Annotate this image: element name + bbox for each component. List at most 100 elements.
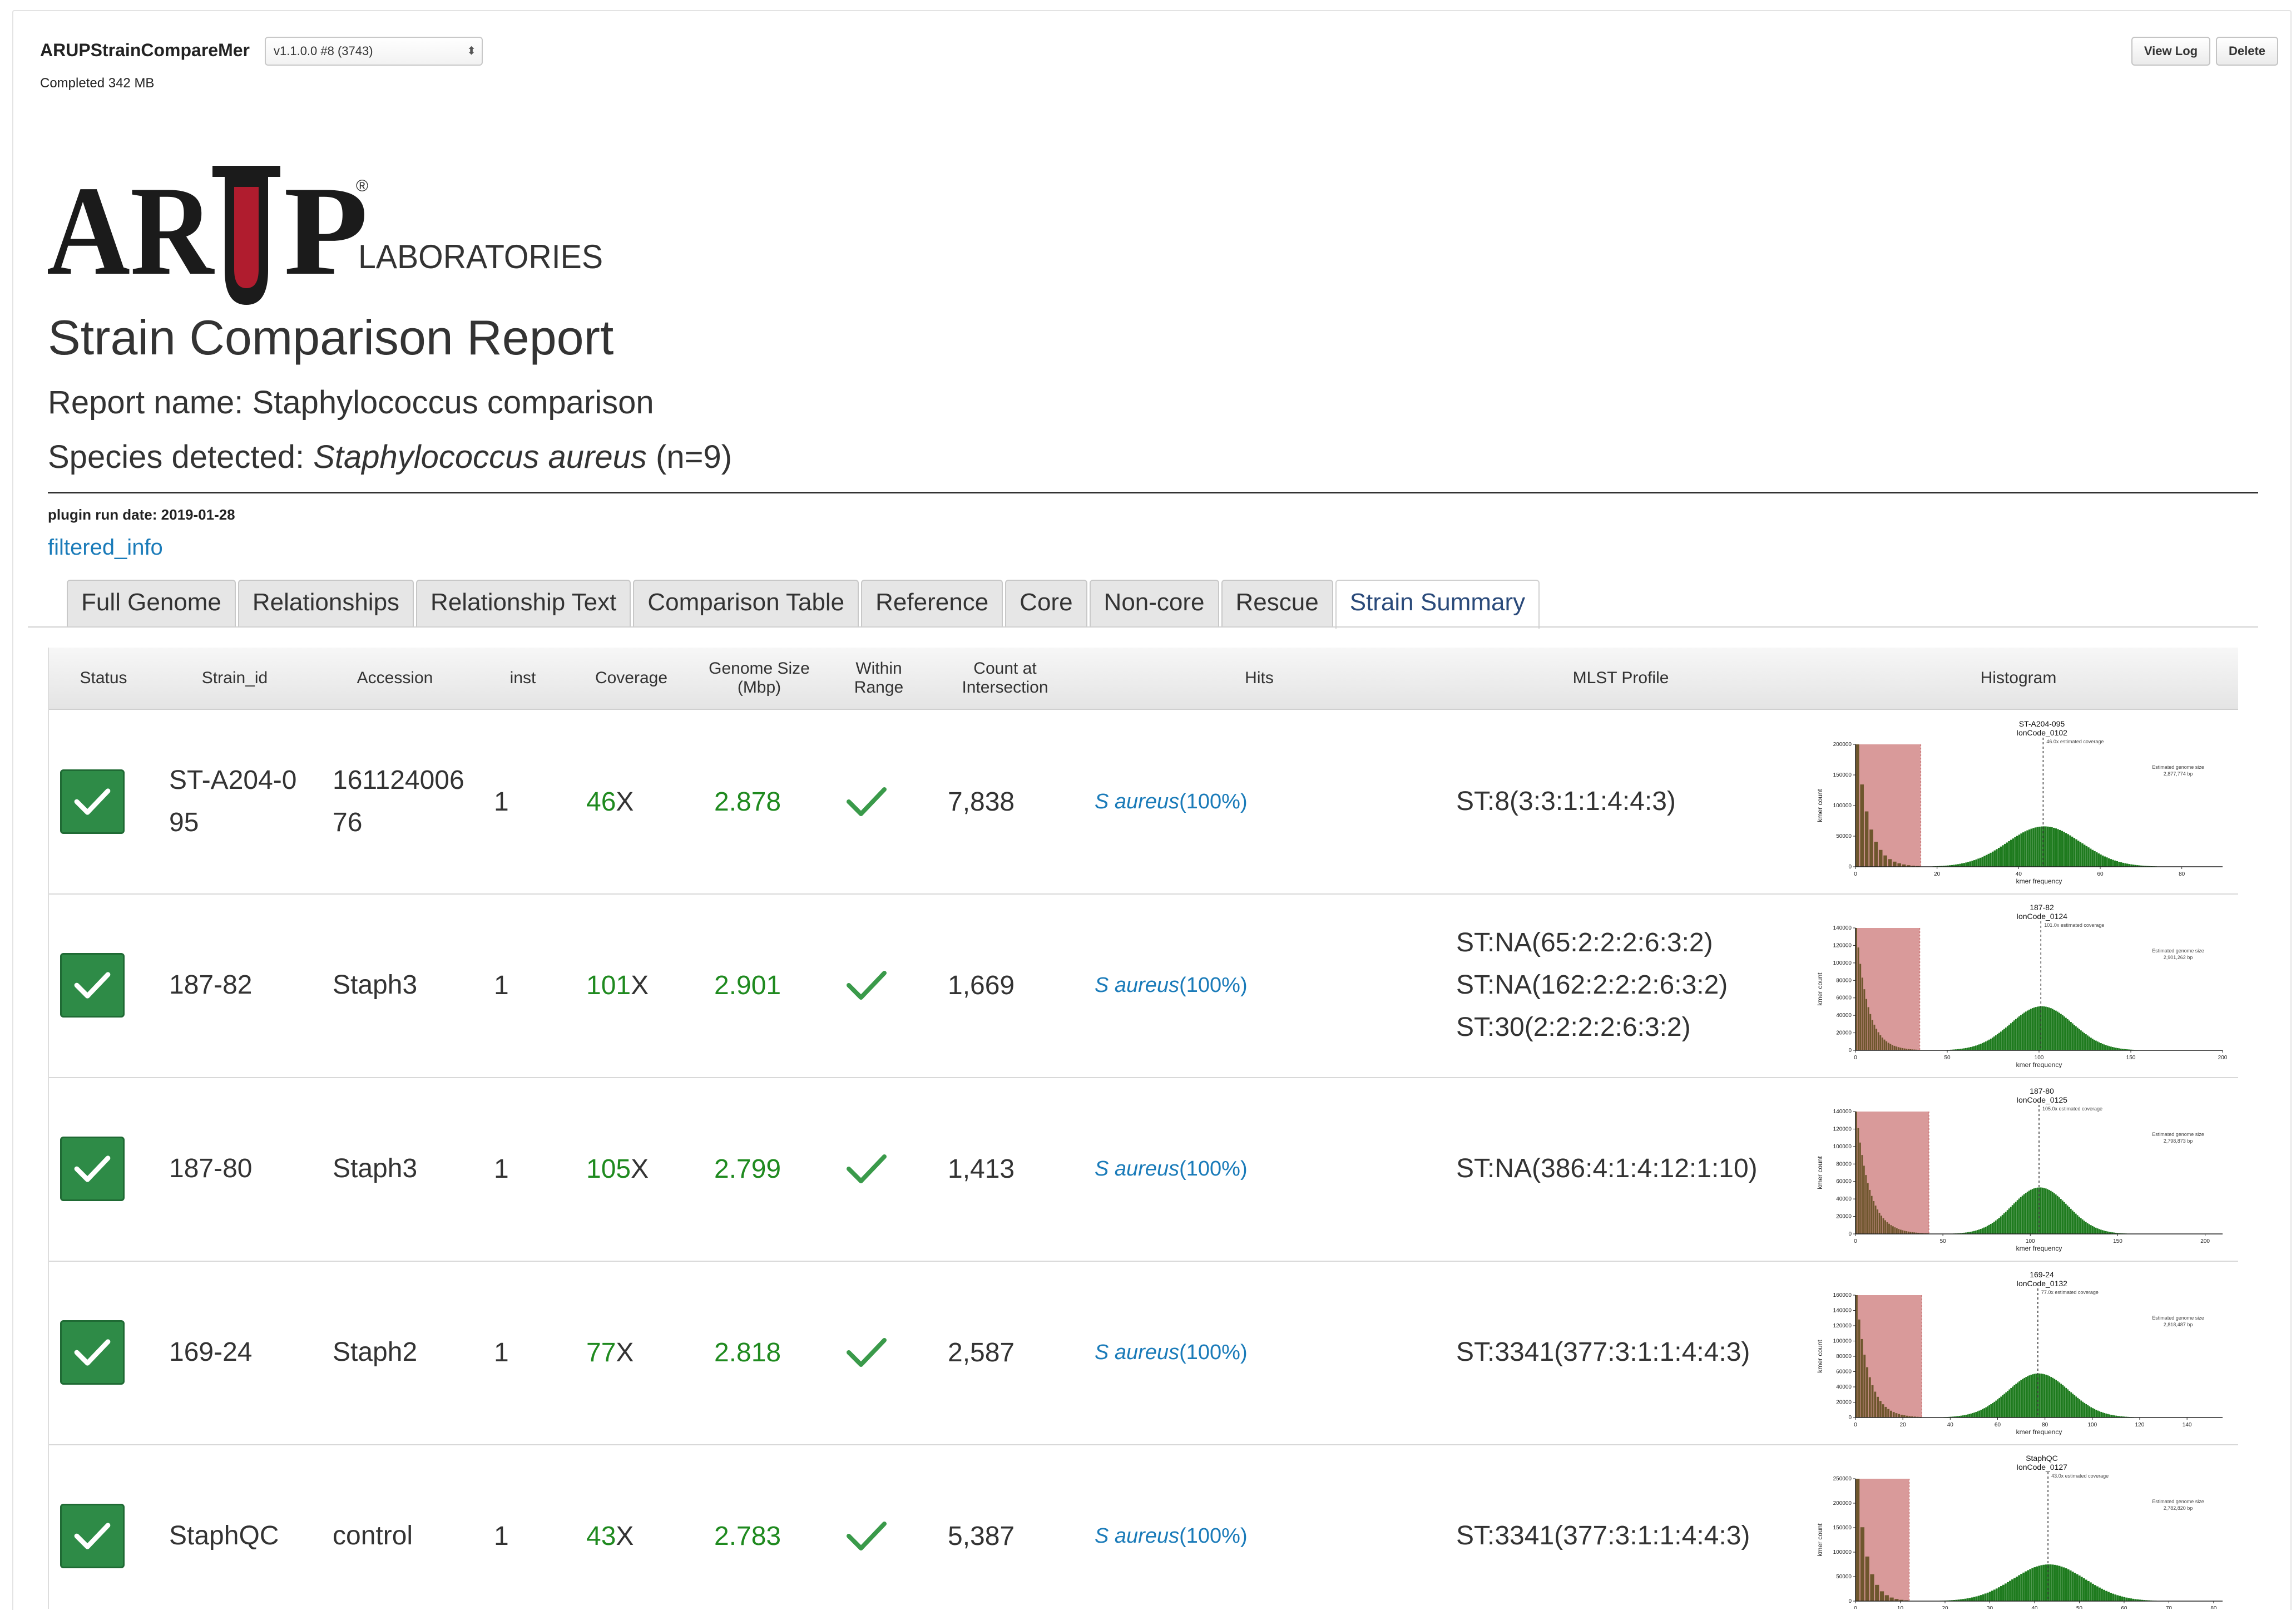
header-accession[interactable]: Accession (311, 648, 478, 709)
histogram-bar (2016, 1576, 2018, 1601)
histogram-bar (2100, 1411, 2102, 1418)
histogram-bar (1860, 784, 1864, 867)
histogram-bar (2055, 1380, 2057, 1418)
histogram-bar (2033, 1188, 2035, 1234)
tab-reference[interactable]: Reference (861, 580, 1003, 626)
accession: Staph3 (333, 970, 418, 1000)
tab-relationship-text[interactable]: Relationship Text (416, 580, 631, 626)
tab-non-core[interactable]: Non-core (1089, 580, 1219, 626)
header-mlst[interactable]: MLST Profile (1443, 648, 1799, 709)
kmer-histogram[interactable]: StaphQCIonCode_0127 43.0x estimated cover… (1811, 1452, 2234, 1609)
kmer-histogram[interactable]: ST-A204-095IonCode_0102 46.0x estimated c… (1811, 718, 2234, 885)
histogram-bar (2036, 1006, 2038, 1050)
view-log-button[interactable]: View Log (2131, 37, 2210, 66)
header-within-range[interactable]: Within Range (823, 648, 934, 709)
histogram-bar (1889, 1597, 1894, 1601)
histogram-bar (1898, 1414, 1901, 1418)
histogram-bar (2020, 1574, 2023, 1601)
histogram-bar (2058, 1197, 2060, 1234)
histogram-bar (2002, 845, 2004, 867)
histogram-bar (2055, 828, 2057, 867)
x-tick-label: 60 (1995, 1422, 2001, 1428)
tab-rescue[interactable]: Rescue (1221, 580, 1333, 626)
within-range-check-icon (844, 1077, 922, 1261)
y-tick-label: 120000 (1833, 942, 1852, 949)
header-inst[interactable]: inst (478, 648, 567, 709)
hits-link[interactable]: S aureus (100%) (1095, 1261, 1428, 1444)
delete-button[interactable]: Delete (2216, 37, 2278, 66)
header-coverage[interactable]: Coverage (567, 648, 695, 709)
histogram-bar (2030, 1189, 2032, 1234)
tab-core[interactable]: Core (1005, 580, 1087, 626)
kmer-histogram[interactable]: 187-80IonCode_0125 105.0x estimated cover… (1811, 1085, 2234, 1252)
mlst-cell: ST:3341(377:3:1:1:4:4:3) (1456, 1444, 1801, 1609)
x-tick-label: 200 (2200, 1238, 2210, 1244)
histogram-bar (2033, 1008, 2035, 1050)
hits-link[interactable]: S aureus (100%) (1095, 1077, 1428, 1261)
histogram-bar (1863, 1165, 1865, 1234)
count-cell: 1,669 (948, 970, 1015, 1000)
header-count[interactable]: Count at Intersection (934, 648, 1076, 709)
header-genome-size[interactable]: Genome Size (Mbp) (695, 648, 823, 709)
header-hits[interactable]: Hits (1076, 648, 1443, 709)
header-histogram[interactable]: Histogram (1799, 648, 2238, 709)
histogram-bar (2007, 1391, 2009, 1418)
histogram-bar (2068, 1020, 2070, 1050)
histogram-bar (1896, 1228, 1898, 1234)
histogram-bar (1871, 1020, 1873, 1050)
filtered-info-link[interactable]: filtered_info (48, 535, 163, 560)
histogram-bar (2032, 828, 2035, 867)
histogram-bar (2087, 1405, 2089, 1418)
histogram-bar (1860, 1339, 1863, 1418)
histogram-bar (2051, 1192, 2053, 1234)
y-axis-label: kmer count (1816, 789, 1824, 822)
histogram-bar (1998, 1397, 2001, 1418)
histogram-bar (2090, 1407, 2092, 1418)
histogram-bar (1985, 1407, 1987, 1418)
tab-full-genome[interactable]: Full Genome (67, 580, 236, 626)
histogram-bar (2055, 1010, 2057, 1050)
kmer-histogram[interactable]: 169-24IonCode_0132 77.0x estimated covera… (1811, 1268, 2234, 1435)
header-strain-id[interactable]: Strain_id (158, 648, 311, 709)
histogram-bar (2025, 1193, 2027, 1234)
histogram-bar (2013, 1020, 2015, 1050)
histogram-bar (2089, 1582, 2092, 1601)
histogram-bar (2100, 1043, 2102, 1050)
histogram-bar (2003, 1394, 2006, 1418)
histogram-bar (2089, 848, 2092, 867)
histogram-bar (2079, 842, 2082, 867)
tab-strain-summary[interactable]: Strain Summary (1335, 580, 1540, 629)
version-select[interactable]: v1.1.0.0 #8 (3743) ⬍ (265, 37, 483, 66)
kmer-histogram[interactable]: 187-82IonCode_0124101.0x estimated cover… (1811, 901, 2234, 1068)
status-check-icon (60, 1504, 125, 1568)
histogram-bar (1884, 1406, 1887, 1418)
x-tick-label: 100 (2026, 1238, 2035, 1244)
run-status: Completed 342 MB (40, 76, 155, 91)
genome-size-note: Estimated genome size (2152, 1132, 2204, 1137)
hits-link[interactable]: S aureus (100%) (1095, 1444, 1428, 1609)
tab-relationships[interactable]: Relationships (237, 580, 414, 626)
histogram-bar (1867, 1183, 1869, 1234)
histogram-bar (1886, 1222, 1888, 1234)
histogram-bar (2051, 1564, 2054, 1601)
header-status[interactable]: Status (49, 648, 158, 709)
histogram-bar (1859, 1142, 1861, 1234)
histogram-bar (2084, 1402, 2086, 1418)
histogram-bar (2096, 1228, 2099, 1234)
hits-link[interactable]: S aureus (100%) (1095, 710, 1428, 893)
histogram-bar (1884, 1595, 1889, 1601)
histogram-bar (1980, 1229, 1982, 1234)
x-tick-label: 100 (2035, 1055, 2044, 1061)
hits-link[interactable]: S aureus (100%) (1095, 893, 1428, 1077)
x-tick-label: 50 (2076, 1606, 2083, 1609)
strain-id: 187-82 (169, 970, 253, 1000)
x-tick-label: 150 (2113, 1238, 2122, 1244)
histogram-bar (1968, 1047, 1970, 1050)
histogram-bar (2095, 1410, 2097, 1418)
histogram-title: 187-80 (2030, 1086, 2054, 1095)
histogram-bar (2011, 1021, 2013, 1050)
histogram-bar (1882, 1218, 1884, 1234)
histogram-bar (1875, 1584, 1879, 1601)
histogram-bar (1973, 1046, 1975, 1050)
tab-comparison-table[interactable]: Comparison Table (633, 580, 859, 626)
